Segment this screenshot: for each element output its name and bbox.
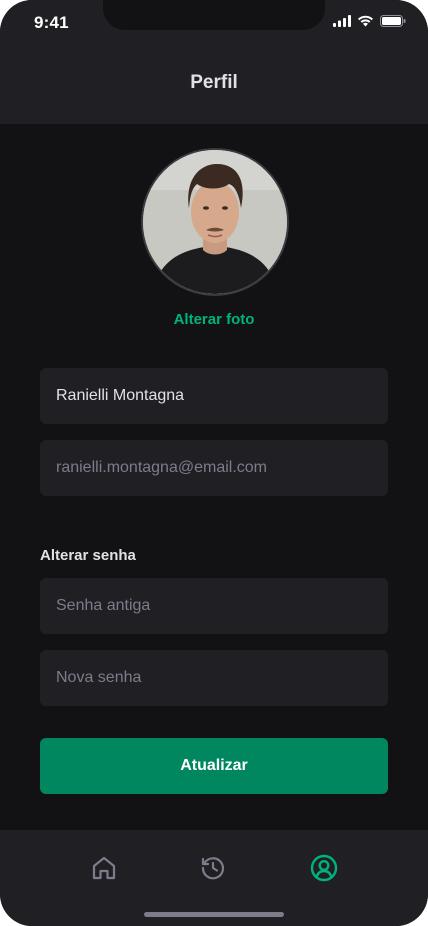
password-section-label: Alterar senha bbox=[40, 547, 136, 564]
tab-home[interactable] bbox=[88, 852, 120, 884]
profile-icon bbox=[310, 854, 338, 882]
status-time: 9:41 bbox=[34, 13, 69, 32]
home-indicator bbox=[144, 912, 284, 917]
new-password-field[interactable]: Nova senha bbox=[40, 650, 388, 706]
old-password-field[interactable]: Senha antiga bbox=[40, 578, 388, 634]
email-field[interactable]: ranielli.montagna@email.com bbox=[40, 440, 388, 496]
avatar[interactable] bbox=[141, 148, 289, 296]
phone-screen: 9:41 Perfil Alterar foto Ranielli Montag… bbox=[0, 0, 428, 926]
profile-photo bbox=[143, 150, 287, 294]
status-icons bbox=[333, 15, 406, 27]
wifi-icon bbox=[358, 15, 373, 27]
home-icon bbox=[92, 856, 116, 880]
signal-icon bbox=[333, 15, 351, 27]
old-password-placeholder: Senha antiga bbox=[56, 597, 151, 614]
name-value: Ranielli Montagna bbox=[56, 387, 185, 404]
tab-profile[interactable] bbox=[308, 852, 340, 884]
change-photo-link[interactable]: Alterar foto bbox=[0, 311, 428, 328]
page-title: Perfil bbox=[190, 72, 238, 93]
update-button[interactable]: Atualizar bbox=[40, 738, 388, 794]
device-notch bbox=[103, 0, 325, 30]
tab-bar bbox=[0, 830, 428, 926]
new-password-placeholder: Nova senha bbox=[56, 669, 142, 686]
tab-history[interactable] bbox=[197, 852, 229, 884]
name-field[interactable]: Ranielli Montagna bbox=[40, 368, 388, 424]
history-icon bbox=[201, 857, 225, 880]
app-header: 9:41 Perfil bbox=[0, 0, 428, 124]
battery-icon bbox=[380, 15, 406, 27]
email-placeholder: ranielli.montagna@email.com bbox=[56, 459, 267, 476]
